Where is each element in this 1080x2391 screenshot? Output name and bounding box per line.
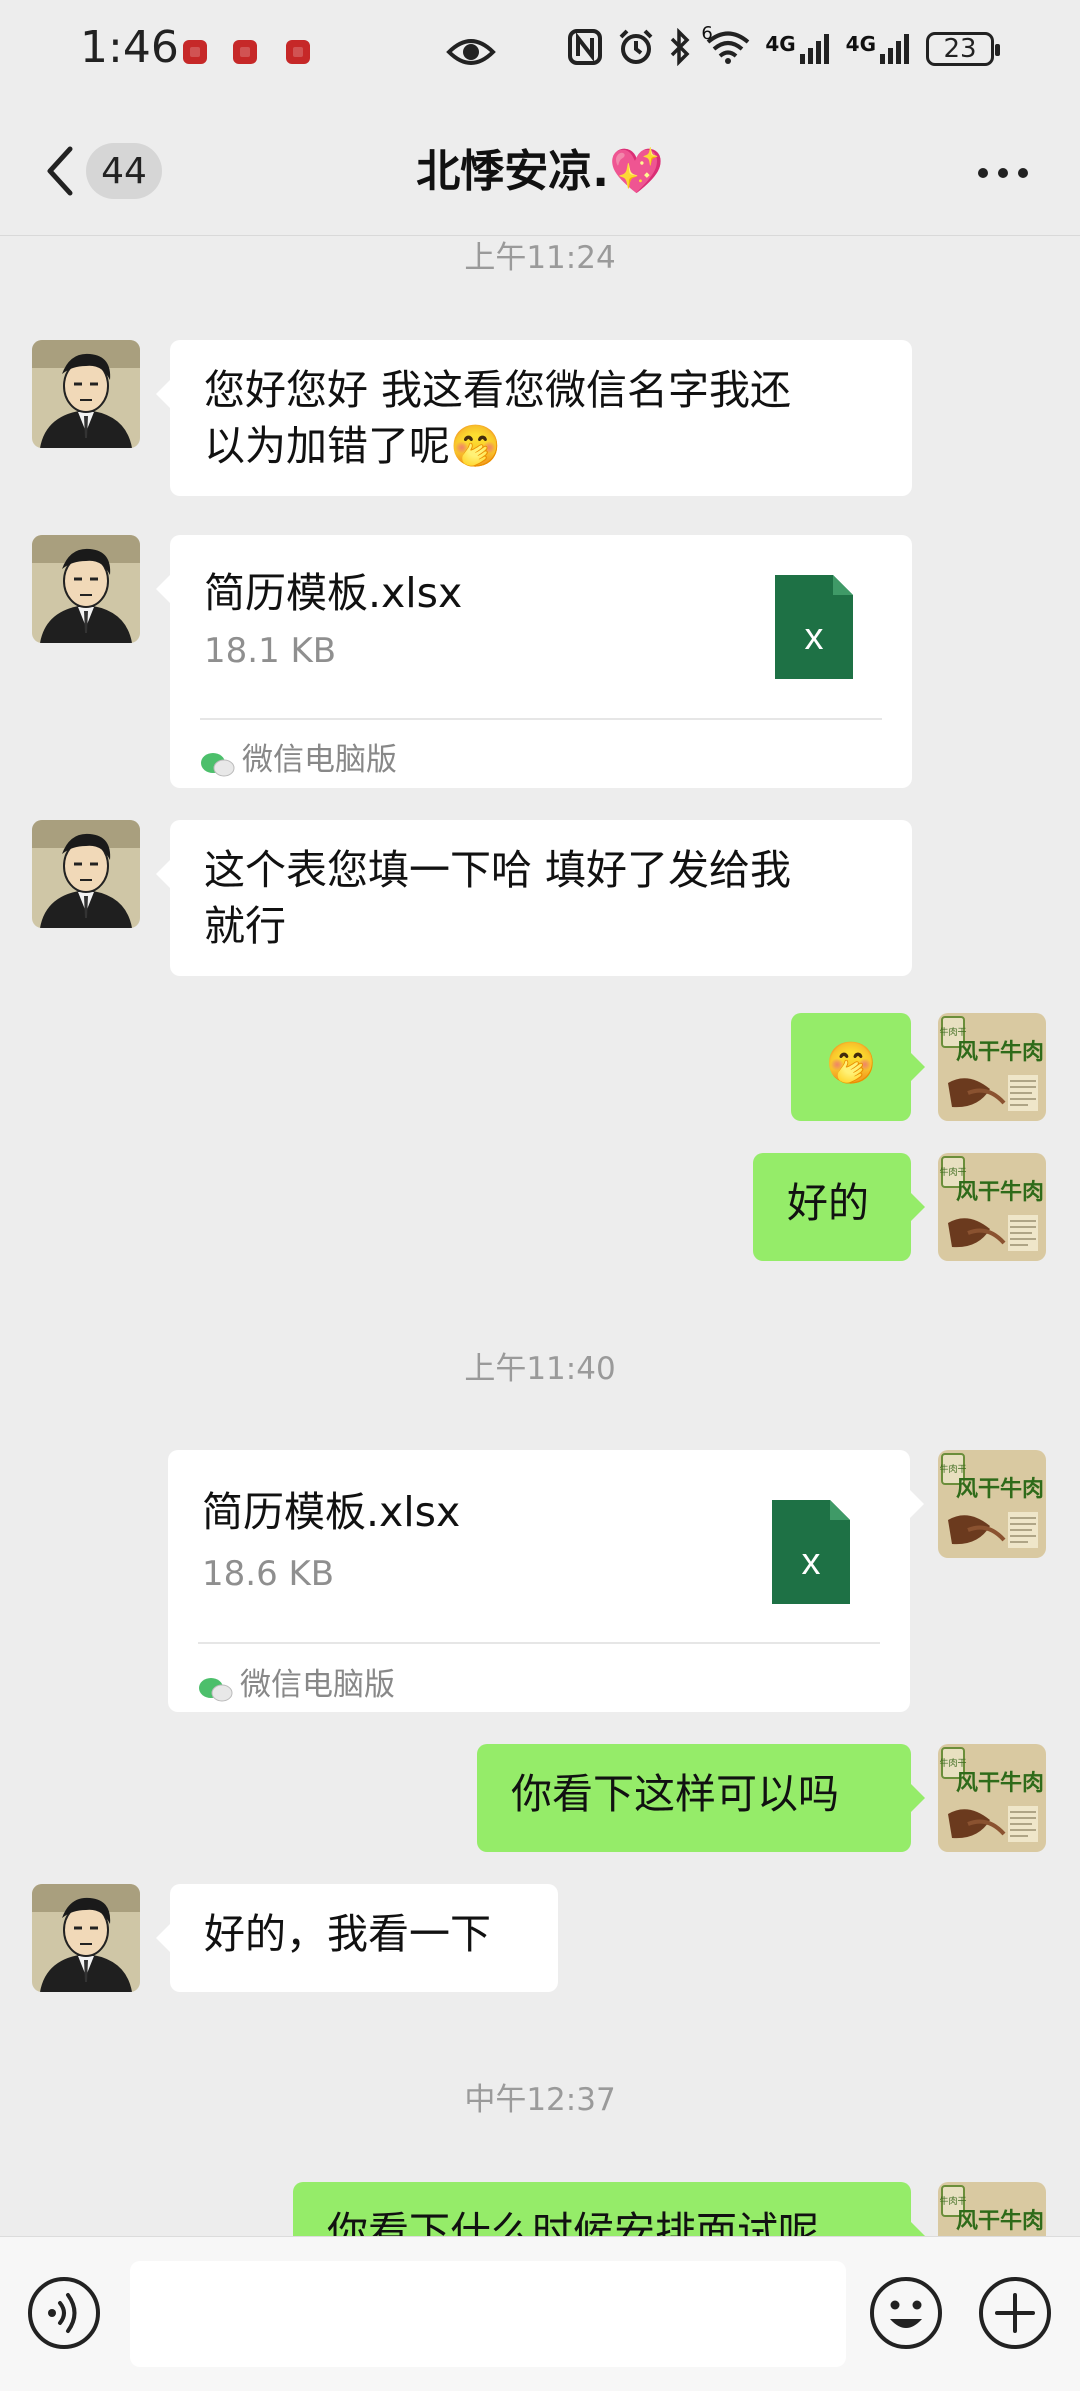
status-time: 1:46 — [80, 22, 179, 73]
message-bubble[interactable]: 好的 — [753, 1153, 925, 1261]
message-timestamp: 上午11:24 — [464, 240, 616, 276]
message-text-line: 您好您好 我这看您微信名字我还 — [204, 366, 792, 414]
message-text: 好的 — [787, 1179, 869, 1227]
svg-text:x: x — [802, 1541, 821, 1583]
voice-button[interactable] — [26, 2275, 102, 2355]
wifi-icon: 6 — [701, 23, 751, 69]
eye-icon — [446, 32, 496, 76]
notification-icon — [233, 40, 257, 64]
excel-file-icon: x — [775, 575, 853, 679]
message-timestamp: 中午12:37 — [464, 2082, 616, 2118]
status-icons: 6 4G 4G 23 — [567, 23, 1000, 70]
avatar-image — [32, 820, 140, 928]
divider — [198, 1642, 880, 1644]
svg-text:风干牛肉: 风干牛肉 — [956, 1039, 1044, 1065]
excel-file-icon: x — [772, 1500, 850, 1604]
battery-level: 23 — [943, 34, 977, 64]
alarm-icon — [617, 28, 655, 70]
svg-text:x: x — [805, 616, 824, 658]
avatar-image: 牛肉干 风干牛肉 — [938, 1153, 1046, 1261]
svg-text:牛肉干: 牛肉干 — [939, 2195, 966, 2207]
svg-text:牛肉干: 牛肉干 — [939, 1463, 966, 1475]
my-avatar[interactable]: 牛肉干 风干牛肉 — [938, 1450, 1046, 1558]
message-text: 好的，我看一下 — [204, 1910, 491, 1958]
svg-text:风干牛肉: 风干牛肉 — [956, 1770, 1044, 1796]
signal-icon: 4G — [765, 32, 831, 66]
message-text: 你看下这样可以吗 — [511, 1770, 839, 1818]
bluetooth-icon — [669, 27, 691, 70]
avatar-image — [32, 535, 140, 643]
more-button[interactable] — [976, 165, 1030, 179]
file-name: 简历模板.xlsx — [202, 1488, 461, 1536]
message-bubble[interactable]: 您好您好 我这看您微信名字我还 以为加错了呢🤭 — [156, 340, 912, 496]
message-bubble[interactable]: 好的，我看一下 — [156, 1884, 558, 1992]
chat-header: 44 北悸安凉.💖 — [0, 105, 1080, 236]
message-input[interactable] — [130, 2261, 846, 2367]
notification-icon — [183, 40, 207, 64]
status-bar: 1:46 6 4G 4G 23 — [0, 0, 1080, 105]
file-size: 18.6 KB — [202, 1554, 335, 1594]
svg-text:牛肉干: 牛肉干 — [939, 1757, 966, 1769]
message-bubble[interactable]: 你看下这样可以吗 — [477, 1744, 925, 1852]
svg-text:牛肉干: 牛肉干 — [939, 1026, 966, 1038]
nfc-icon — [567, 28, 603, 70]
avatar-image: 牛肉干 风干牛肉 — [938, 1450, 1046, 1558]
message-text-line: 这个表您填一下哈 填好了发给我 — [204, 846, 792, 894]
avatar-image — [32, 340, 140, 448]
signal-icon: 4G — [846, 32, 912, 66]
voice-icon — [28, 2277, 100, 2349]
plus-icon — [979, 2277, 1051, 2349]
battery-icon: 23 — [926, 32, 1000, 66]
avatar-image — [32, 1884, 140, 1992]
file-name: 简历模板.xlsx — [204, 569, 463, 617]
file-message[interactable]: 简历模板.xlsx 18.1 KB x 微信电脑版 — [156, 535, 912, 788]
contact-avatar[interactable] — [32, 820, 140, 928]
file-source-label: 微信电脑版 — [240, 1667, 395, 1703]
message-bubble[interactable]: 🤭 — [791, 1013, 925, 1121]
my-avatar[interactable]: 牛肉干 风干牛肉 — [938, 1153, 1046, 1261]
message-timestamp: 上午11:40 — [464, 1351, 616, 1387]
file-source-label: 微信电脑版 — [242, 742, 397, 778]
message-text: 🤭 — [825, 1039, 877, 1087]
avatar-image: 牛肉干 风干牛肉 — [938, 1013, 1046, 1121]
contact-avatar[interactable] — [32, 1884, 140, 1992]
message-text-line: 以为加错了呢🤭 — [204, 422, 502, 470]
svg-text:牛肉干: 牛肉干 — [939, 1166, 966, 1178]
notification-icon — [286, 40, 310, 64]
svg-text:风干牛肉: 风干牛肉 — [956, 2208, 1044, 2234]
svg-text:风干牛肉: 风干牛肉 — [956, 1476, 1044, 1502]
wechat-icon — [200, 737, 236, 777]
avatar-image: 牛肉干 风干牛肉 — [938, 1744, 1046, 1852]
smiley-icon — [870, 2277, 942, 2349]
contact-avatar[interactable] — [32, 535, 140, 643]
my-avatar[interactable]: 牛肉干 风干牛肉 — [938, 1744, 1046, 1852]
svg-text:风干牛肉: 风干牛肉 — [956, 1179, 1044, 1205]
chat-title: 北悸安凉.💖 — [416, 146, 664, 197]
file-message[interactable]: 简历模板.xlsx 18.6 KB x 微信电脑版 — [168, 1450, 924, 1712]
input-bar — [0, 2236, 1080, 2391]
contact-avatar[interactable] — [32, 340, 140, 448]
more-icon — [978, 168, 1028, 178]
more-actions-button[interactable] — [977, 2275, 1053, 2355]
file-size: 18.1 KB — [204, 631, 337, 671]
message-bubble[interactable]: 这个表您填一下哈 填好了发给我 就行 — [156, 820, 912, 976]
emoji-button[interactable] — [868, 2275, 944, 2355]
message-text-line: 就行 — [204, 902, 286, 950]
wechat-icon — [198, 1662, 234, 1702]
divider — [200, 718, 882, 720]
my-avatar[interactable]: 牛肉干 风干牛肉 — [938, 1013, 1046, 1121]
